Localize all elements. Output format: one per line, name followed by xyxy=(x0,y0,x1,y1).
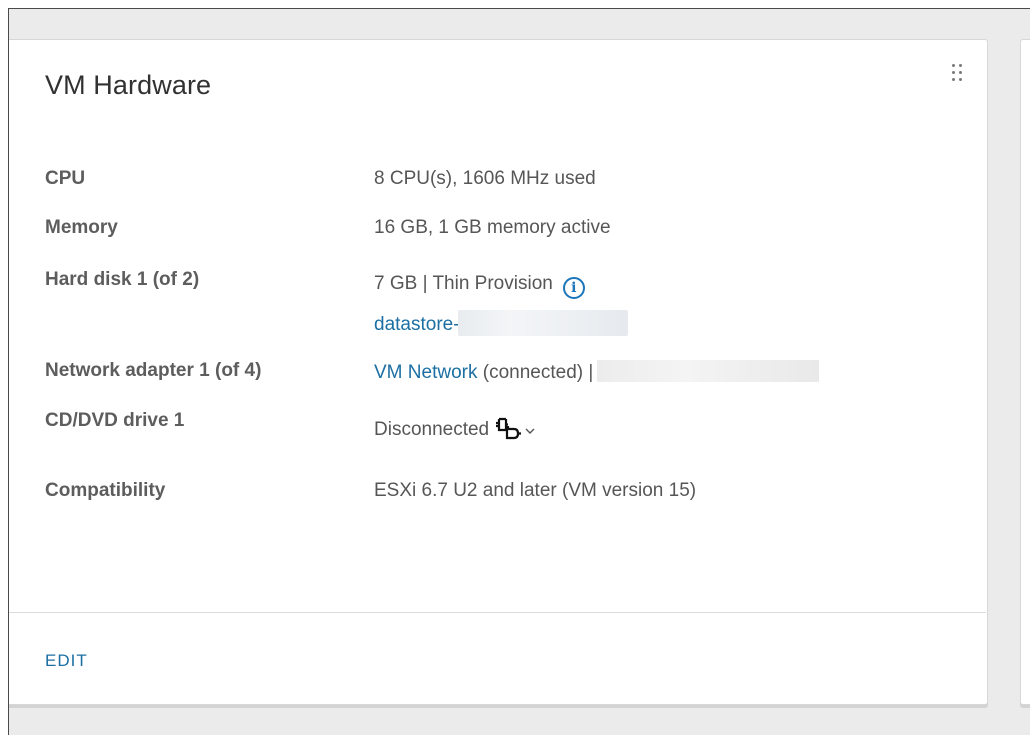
vm-hardware-card: VM Hardware CPU 8 CPU(s), 1606 MHz used … xyxy=(9,39,988,705)
cd-dvd-label: CD/DVD drive 1 xyxy=(45,410,185,431)
plug-disconnected-icon[interactable] xyxy=(495,417,522,447)
footer-divider xyxy=(9,612,986,613)
cpu-label: CPU xyxy=(45,168,86,189)
edit-button[interactable]: EDIT xyxy=(45,651,88,671)
cd-dvd-status: Disconnected xyxy=(374,419,490,440)
chevron-down-icon[interactable] xyxy=(525,419,535,441)
datastore-link[interactable]: datastore- xyxy=(374,314,460,335)
portlet-area: VM Hardware CPU 8 CPU(s), 1606 MHz used … xyxy=(8,8,1030,735)
network-adapter-value: VM Network (connected) | xyxy=(374,360,820,384)
compatibility-value: ESXi 6.7 U2 and later (VM version 15) xyxy=(374,480,697,501)
datastore-row: datastore- xyxy=(374,310,628,336)
network-status: (connected) | xyxy=(482,362,594,383)
hard-disk-value: 7 GB | Thin Provision i xyxy=(374,273,585,299)
cpu-value: 8 CPU(s), 1606 MHz used xyxy=(374,168,596,189)
adjacent-card xyxy=(1020,39,1030,705)
memory-label: Memory xyxy=(45,217,118,238)
network-adapter-label: Network adapter 1 (of 4) xyxy=(45,360,262,381)
memory-value: 16 GB, 1 GB memory active xyxy=(374,217,611,238)
vm-network-link[interactable]: VM Network xyxy=(374,362,477,383)
compatibility-label: Compatibility xyxy=(45,480,166,501)
card-title: VM Hardware xyxy=(45,70,212,100)
redacted-datastore-name xyxy=(457,310,628,336)
grip-dots-icon[interactable] xyxy=(949,61,969,87)
info-icon[interactable]: i xyxy=(562,277,585,299)
cd-dvd-value: Disconnected xyxy=(374,417,535,447)
hard-disk-label: Hard disk 1 (of 2) xyxy=(45,269,200,290)
hard-disk-size: 7 GB | Thin Provision xyxy=(374,273,553,294)
redacted-mac-address xyxy=(597,360,820,382)
